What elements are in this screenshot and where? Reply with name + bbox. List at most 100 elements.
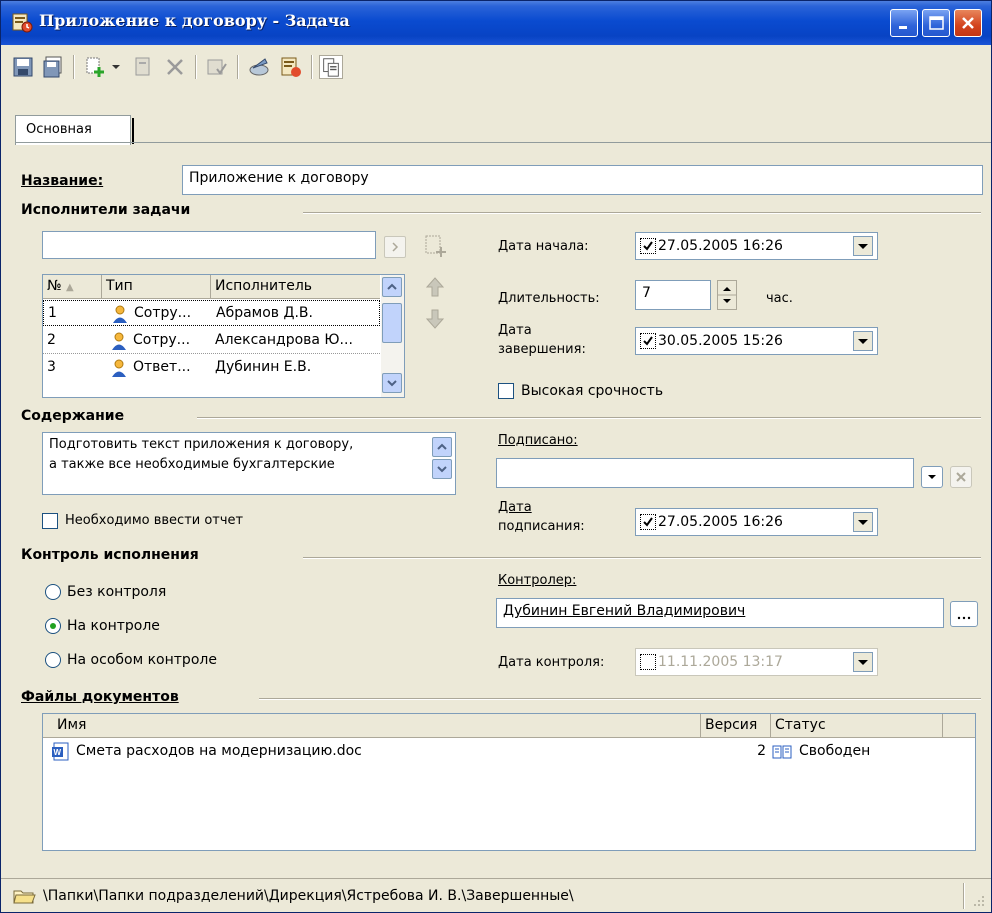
table-row[interactable]: W Смета расходов на модернизацию.doc 2 С…: [43, 739, 943, 767]
toolbar-separator: [237, 55, 239, 79]
maximize-icon: [929, 16, 944, 30]
tab-main[interactable]: Основная: [15, 115, 134, 145]
edit-properties-icon[interactable]: [131, 55, 155, 79]
resize-grip-icon[interactable]: [971, 893, 987, 909]
chevron-down-icon: [858, 244, 868, 249]
column-header-status[interactable]: Статус: [771, 714, 943, 738]
executor-select-button[interactable]: [384, 236, 406, 258]
content-text-line: Подготовить текст приложения к договору,: [49, 437, 354, 452]
duration-unit: час.: [766, 291, 793, 306]
control-date-picker[interactable]: 11.11.2005 13:17: [635, 648, 878, 676]
sign-date-checkbox[interactable]: [640, 514, 656, 530]
toolbar-separator: [195, 55, 197, 79]
toolbar: [1, 47, 991, 87]
content-text-line: а также все необходимые бухгалтерские: [49, 457, 335, 472]
content-textarea[interactable]: Подготовить текст приложения к договору,…: [42, 432, 456, 495]
copy-icon[interactable]: [319, 55, 343, 79]
send-icon[interactable]: [247, 55, 271, 79]
start-date-checkbox[interactable]: [640, 238, 656, 254]
table-row[interactable]: 1 Сотру... Абрамов Д.В.: [43, 300, 380, 326]
end-date-dropdown-button[interactable]: [853, 331, 873, 351]
end-date-picker[interactable]: 30.05.2005 15:26: [635, 327, 878, 355]
start-date-picker[interactable]: 27.05.2005 16:26: [635, 232, 878, 260]
report-required-checkbox[interactable]: [42, 513, 58, 529]
executors-section-title: Исполнители задачи: [21, 202, 191, 218]
column-header-name[interactable]: Имя: [43, 714, 701, 738]
start-date-dropdown-button[interactable]: [853, 236, 873, 256]
content-section-title: Содержание: [21, 408, 125, 424]
move-down-icon[interactable]: [424, 307, 446, 331]
task-report-icon[interactable]: [279, 55, 303, 79]
title-bar[interactable]: Приложение к договору - Задача: [1, 1, 991, 45]
section-divider: [303, 212, 981, 214]
executors-scrollbar[interactable]: [381, 275, 404, 397]
files-grid-header: Имя Версия Статус: [43, 714, 975, 738]
executor-number: 2: [47, 332, 56, 348]
checkmark-icon: [643, 336, 653, 346]
executors-grid: № ▲ Тип Исполнитель 1 Сотру... Абрамов Д…: [42, 274, 405, 398]
control-date-dropdown-button[interactable]: [853, 652, 873, 672]
section-divider: [197, 417, 981, 419]
approve-icon[interactable]: [205, 55, 229, 79]
executor-type: Ответ...: [133, 359, 191, 375]
new-item-icon[interactable]: [83, 55, 107, 79]
save-icon[interactable]: [11, 55, 35, 79]
folder-path: \Папки\Папки подразделений\Дирекция\Ястр…: [43, 888, 574, 904]
signed-input[interactable]: [496, 458, 914, 488]
section-divider: [303, 557, 981, 559]
scroll-down-button[interactable]: [382, 373, 402, 393]
move-up-icon[interactable]: [424, 275, 446, 299]
urgent-label: Высокая срочность: [521, 383, 664, 399]
ellipsis-icon: [957, 616, 971, 620]
file-version: 2: [757, 743, 766, 759]
column-header-version[interactable]: Версия: [701, 714, 771, 738]
toolbar-separator: [73, 55, 75, 79]
duration-spinner[interactable]: [717, 280, 737, 310]
end-date-checkbox[interactable]: [640, 333, 656, 349]
sign-date-dropdown-button[interactable]: [853, 512, 873, 532]
table-row[interactable]: 2 Сотру... Александрова Ю...: [43, 328, 380, 354]
scroll-up-button[interactable]: [432, 437, 452, 457]
executor-name: Александрова Ю...: [215, 332, 353, 348]
controller-browse-button[interactable]: [950, 601, 978, 627]
chevron-down-icon[interactable]: [109, 55, 123, 79]
urgent-checkbox[interactable]: [498, 383, 514, 399]
control-date-checkbox[interactable]: [640, 654, 656, 670]
status-bar: \Папки\Папки подразделений\Дирекция\Ястр…: [1, 878, 991, 912]
radio-on-control[interactable]: [45, 618, 61, 634]
end-date-value: 30.05.2005 15:26: [658, 333, 783, 349]
add-executor-icon[interactable]: [423, 233, 449, 259]
column-header-executor[interactable]: Исполнитель: [211, 275, 380, 299]
column-header-type[interactable]: Тип: [102, 275, 211, 299]
radio-no-control[interactable]: [45, 584, 61, 600]
table-row[interactable]: 3 Ответ... Дубинин Е.В.: [43, 355, 380, 381]
person-icon: [112, 359, 126, 377]
close-icon: [962, 17, 974, 29]
executor-search-input[interactable]: [42, 231, 376, 259]
sign-date-picker[interactable]: 27.05.2005 16:26: [635, 508, 878, 536]
svg-text:W: W: [54, 748, 62, 757]
scroll-up-button[interactable]: [382, 277, 402, 297]
name-input[interactable]: Приложение к договору: [182, 165, 983, 195]
delete-icon[interactable]: [163, 55, 187, 79]
signed-clear-button[interactable]: [950, 466, 972, 488]
save-and-close-icon[interactable]: [41, 55, 65, 79]
scroll-thumb[interactable]: [382, 303, 402, 343]
scroll-down-button[interactable]: [432, 459, 452, 479]
executor-name: Абрамов Д.В.: [216, 305, 313, 321]
controller-input[interactable]: Дубинин Евгений Владимирович: [496, 598, 944, 628]
person-icon: [113, 305, 127, 323]
duration-input[interactable]: 7: [635, 280, 711, 310]
close-window-button[interactable]: [954, 9, 982, 37]
chevron-right-icon: [392, 242, 399, 252]
open-book-icon: [772, 745, 792, 759]
chevron-up-icon: [437, 443, 447, 450]
checkmark-icon: [643, 517, 653, 527]
maximize-button[interactable]: [922, 9, 950, 37]
column-header-number[interactable]: № ▲: [43, 275, 102, 299]
chevron-down-icon: [858, 660, 868, 665]
signed-dropdown-button[interactable]: [921, 466, 943, 488]
minimize-button[interactable]: [890, 9, 918, 37]
radio-special-control[interactable]: [45, 652, 61, 668]
chevron-down-icon: [387, 380, 397, 387]
